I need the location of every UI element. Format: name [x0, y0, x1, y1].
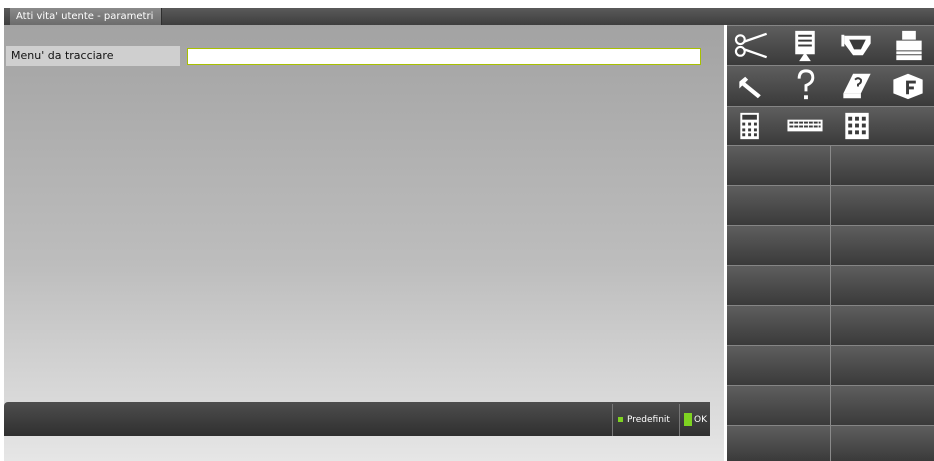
toolbar-empty-button[interactable] — [831, 225, 934, 265]
form-area: Menu' da tracciare — [4, 25, 724, 461]
toolbar-empty-button[interactable] — [727, 425, 831, 461]
predefinit-label: Predefinit — [627, 415, 670, 425]
box-f-icon — [893, 73, 923, 100]
toolbar-empty-button[interactable] — [831, 145, 934, 185]
scissors-icon — [734, 32, 768, 59]
calculator-button[interactable] — [727, 106, 779, 145]
scissors-button[interactable] — [727, 25, 779, 65]
toolbar-empty-button[interactable] — [831, 305, 934, 345]
menu-da-tracciare-input[interactable] — [187, 48, 701, 65]
help-icon — [797, 69, 815, 100]
grid-icon — [845, 112, 869, 140]
printer-icon — [896, 30, 922, 61]
ok-label: OK — [694, 415, 707, 425]
function-key-bar: Predefinit OK — [4, 402, 710, 436]
toolbar-empty-button[interactable] — [831, 345, 934, 385]
toolbar-empty-button[interactable] — [727, 145, 831, 185]
keyboard-button[interactable] — [779, 106, 831, 145]
keyboard-icon — [787, 119, 823, 132]
toolbar-empty-button[interactable] — [831, 265, 934, 305]
document-paste-icon — [795, 30, 815, 62]
toolbar-empty-button[interactable] — [831, 385, 934, 425]
toolbar-panel — [727, 25, 934, 461]
menu-da-tracciare-label: Menu' da tracciare — [6, 46, 180, 66]
grid-button[interactable] — [831, 106, 883, 145]
help-button[interactable] — [779, 65, 831, 106]
print-button[interactable] — [883, 25, 934, 65]
filter-button[interactable] — [831, 25, 883, 65]
settings-button[interactable] — [727, 65, 779, 106]
toolbar-empty-button[interactable] — [727, 345, 831, 385]
toolbar-empty-button[interactable] — [727, 185, 831, 225]
tab-attivita-utente[interactable]: Atti vita' utente - parametri — [10, 8, 163, 25]
book-help-icon — [843, 73, 871, 99]
green-indicator-icon — [618, 417, 623, 422]
toolbar-empty-button[interactable] — [831, 425, 934, 461]
toolbar-empty-button[interactable] — [883, 106, 934, 145]
wrench-icon — [739, 76, 761, 99]
toolbar-empty-button[interactable] — [727, 385, 831, 425]
paste-button[interactable] — [779, 25, 831, 65]
toolbar-empty-button[interactable] — [831, 185, 934, 225]
manual-button[interactable] — [831, 65, 883, 106]
tab-bar: Atti vita' utente - parametri — [4, 8, 934, 25]
toolbar-empty-button[interactable] — [727, 265, 831, 305]
toolbar-empty-button[interactable] — [727, 225, 831, 265]
predefinit-button[interactable]: Predefinit — [612, 404, 676, 436]
ok-button[interactable]: OK — [679, 404, 710, 436]
app-window: Atti vita' utente - parametri Menu' da t… — [0, 0, 934, 461]
toolbar-empty-button[interactable] — [727, 305, 831, 345]
funnel-icon — [841, 34, 871, 56]
calculator-icon — [740, 112, 759, 140]
package-button[interactable] — [883, 65, 934, 106]
green-indicator-icon — [684, 413, 692, 426]
